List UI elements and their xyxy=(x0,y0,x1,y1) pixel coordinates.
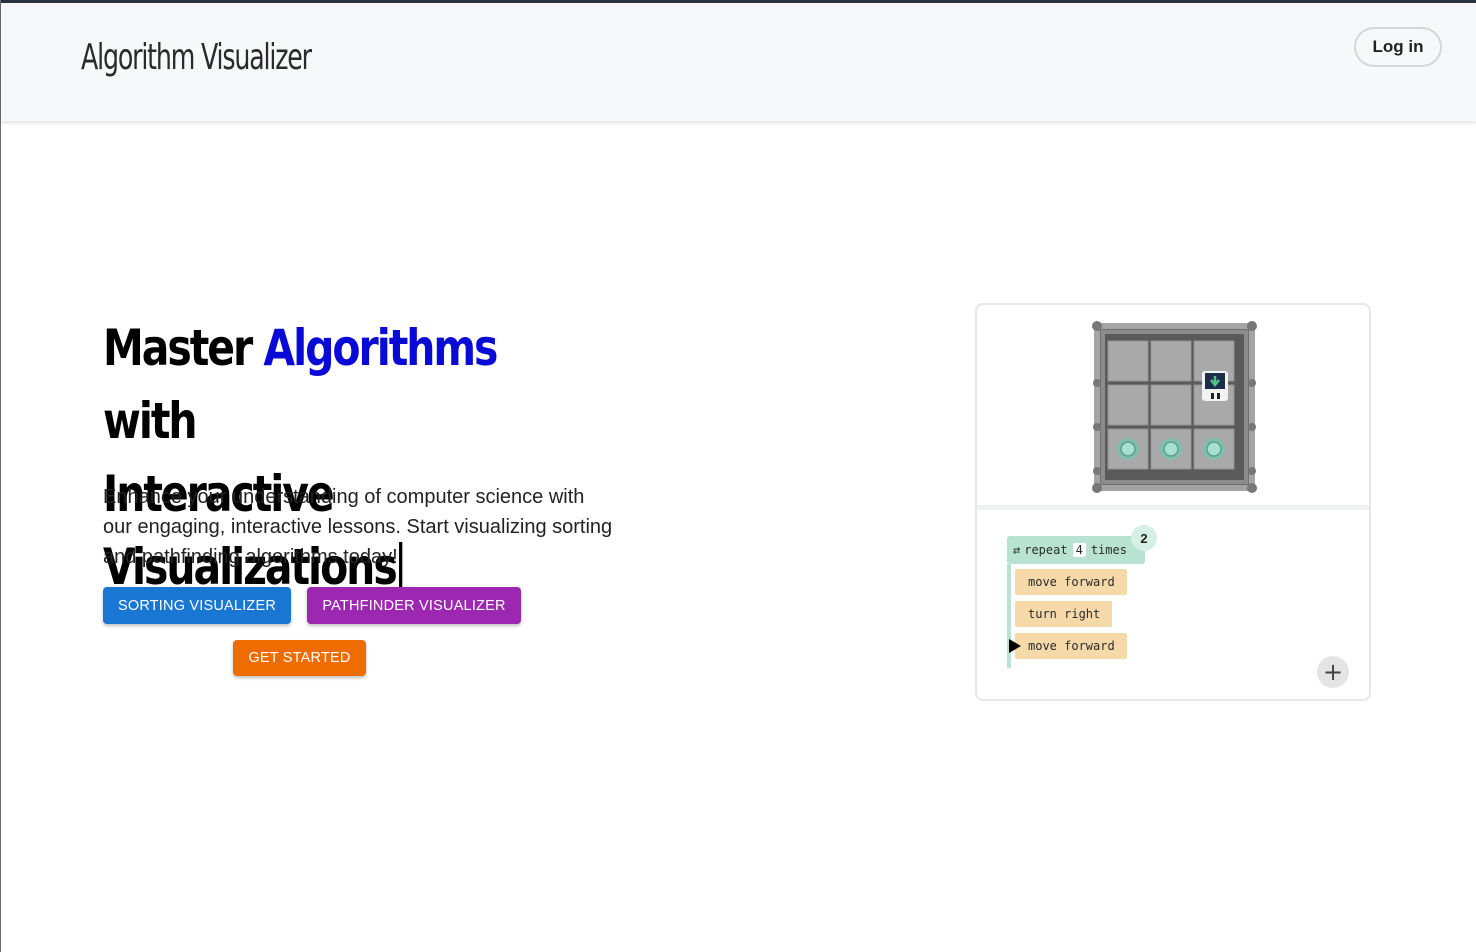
preview-card: ⇄ repeat 4 times 2 move forward turn right … xyxy=(975,303,1371,701)
maze-joint xyxy=(1093,467,1101,475)
maze-tile xyxy=(1150,340,1192,382)
iteration-badge: 2 xyxy=(1131,525,1157,551)
code-blocks-panel: ⇄ repeat 4 times 2 move forward turn right … xyxy=(977,510,1369,699)
brand-title[interactable]: Algorithm Visualizer xyxy=(81,37,312,78)
loop-icon: ⇄ xyxy=(1013,543,1021,557)
maze-tile xyxy=(1107,384,1149,426)
maze-joint xyxy=(1248,467,1256,475)
maze-pipe-right xyxy=(1249,323,1255,491)
hero-description: Enhance your understanding of computer s… xyxy=(103,486,613,568)
maze-joint xyxy=(1248,423,1256,431)
maze-tile xyxy=(1150,384,1192,426)
hero-title-part2: with xyxy=(103,392,198,450)
maze-corner xyxy=(1092,321,1102,331)
navbar: Algorithm Visualizer Log in xyxy=(1,3,1476,121)
command-block[interactable]: move forward xyxy=(1015,569,1127,595)
repeat-count[interactable]: 4 xyxy=(1072,543,1086,557)
gem-icon xyxy=(1203,438,1225,460)
command-block[interactable]: turn right xyxy=(1015,601,1113,627)
gem-icon xyxy=(1160,438,1182,460)
window-left-border xyxy=(0,0,1,952)
add-block-button[interactable]: + xyxy=(1317,656,1349,688)
maze-pipe-left xyxy=(1094,323,1100,491)
hero-title-accent: Algorithms xyxy=(263,319,498,377)
robot-icon xyxy=(1202,371,1228,401)
maze-joint xyxy=(1248,379,1256,387)
sorting-visualizer-button[interactable]: SORTING VISUALIZER xyxy=(103,587,291,624)
maze-corner xyxy=(1247,321,1257,331)
repeat-suffix: times xyxy=(1090,543,1127,557)
maze-tile xyxy=(1107,340,1149,382)
execution-pointer-icon xyxy=(1009,639,1021,653)
command-block[interactable]: move forward xyxy=(1015,633,1127,659)
repeat-block[interactable]: ⇄ repeat 4 times xyxy=(1007,536,1145,564)
hero-title-part1: Master xyxy=(103,319,264,377)
maze-panel xyxy=(977,305,1369,505)
get-started-button[interactable]: GET STARTED xyxy=(233,640,366,676)
gem-icon xyxy=(1117,438,1139,460)
login-button[interactable]: Log in xyxy=(1354,27,1442,67)
maze-illustration xyxy=(1092,321,1257,493)
maze-pipe-bottom xyxy=(1094,485,1255,491)
pathfinder-visualizer-button[interactable]: PATHFINDER VISUALIZER xyxy=(307,587,521,624)
maze-pipe-top xyxy=(1094,323,1255,329)
maze-joint xyxy=(1093,423,1101,431)
repeat-keyword: repeat xyxy=(1024,543,1068,557)
maze-corner xyxy=(1092,483,1102,493)
maze-joint xyxy=(1093,379,1101,387)
maze-corner xyxy=(1247,483,1257,493)
